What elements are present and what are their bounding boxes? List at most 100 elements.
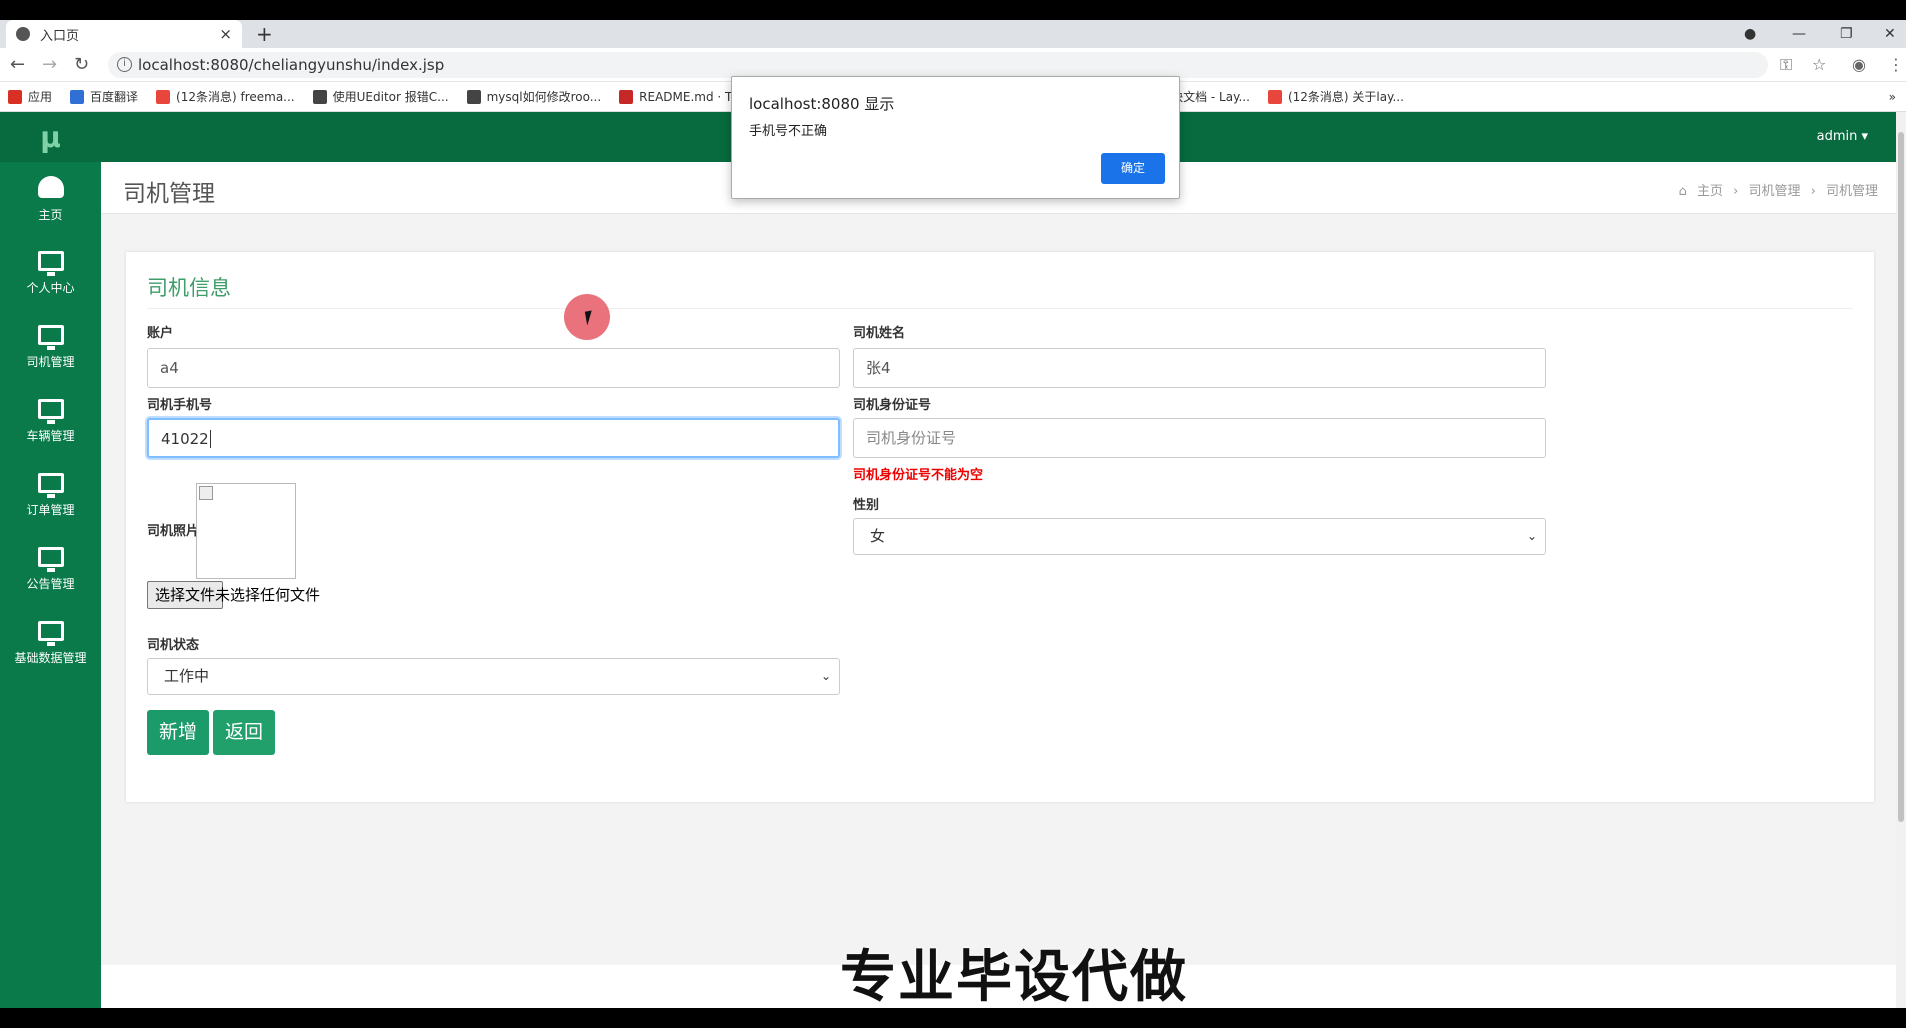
tab-strip (0, 20, 1906, 48)
url-field[interactable]: i localhost:8080/cheliangyunshu/index.js… (108, 52, 1768, 78)
profile-dropdown-icon[interactable]: ● (1744, 20, 1756, 48)
url-text: localhost:8080/cheliangyunshu/index.jsp (138, 56, 445, 74)
gender-value: 女 (870, 527, 886, 545)
bookmark-icon (8, 89, 22, 104)
gender-label: 性别 (853, 498, 880, 513)
sidebar-item-label: 订单管理 (26, 502, 75, 517)
chevron-down-icon: ⌄ (1526, 529, 1537, 543)
new-tab-button[interactable]: + (256, 20, 273, 48)
phone-label: 司机手机号 (147, 398, 213, 413)
status-select[interactable]: 工作中 ⌄ (147, 658, 840, 695)
back-button[interactable]: 返回 (213, 710, 275, 755)
breadcrumb-sep: › (1810, 184, 1816, 199)
divider (147, 308, 1853, 309)
phone-value: 41022 (161, 430, 209, 448)
star-icon[interactable]: ☆ (1812, 48, 1826, 82)
sidebar: μ 主页个人中心司机管理车辆管理订单管理公告管理基础数据管理 (0, 112, 101, 1008)
account-input[interactable]: a4 (147, 348, 840, 388)
bookmark-item[interactable]: 应用 (8, 88, 52, 105)
bookmark-label: mysql如何修改roo... (486, 90, 602, 104)
account-icon[interactable]: ◉ (1852, 48, 1866, 82)
bookmark-item[interactable]: 百度翻译 (70, 88, 138, 105)
monitor-icon (37, 324, 64, 350)
sidebar-item[interactable]: 主页 (0, 162, 101, 236)
sidebar-item-label: 公告管理 (26, 576, 75, 591)
bookmark-icon (156, 89, 171, 104)
breadcrumb: ⌂ 主页 › 司机管理 › 司机管理 (1673, 180, 1878, 199)
breadcrumb-home[interactable]: 主页 (1697, 184, 1723, 199)
broken-image-icon (199, 486, 213, 500)
sidebar-item[interactable]: 订单管理 (0, 458, 101, 532)
browser-tab[interactable]: 入口页 × (6, 20, 242, 48)
sidebar-item-label: 个人中心 (26, 280, 75, 295)
scrollbar-thumb[interactable] (1898, 132, 1904, 822)
minimize-icon[interactable]: — (1792, 20, 1806, 48)
watermark-caption: 专业毕设代做 (840, 945, 1188, 1010)
bookmark-label: README.md · T (639, 89, 733, 104)
monitor-icon (37, 472, 64, 498)
window-close-icon[interactable]: ✕ (1884, 20, 1896, 48)
monitor-icon (37, 398, 64, 424)
globe-icon (16, 27, 30, 41)
sidebar-item[interactable]: 基础数据管理 (0, 606, 101, 680)
restore-icon[interactable]: ❐ (1840, 20, 1853, 48)
bookmark-label: (12条消息) freema... (176, 90, 295, 104)
breadcrumb-item[interactable]: 司机管理 (1748, 184, 1800, 199)
page-title: 司机管理 (123, 181, 215, 207)
name-label: 司机姓名 (853, 326, 906, 341)
sidebar-item[interactable]: 公告管理 (0, 532, 101, 606)
key-icon[interactable]: ⚿ (1780, 48, 1792, 82)
user-menu[interactable]: admin ▾ (1817, 112, 1868, 162)
bookmark-label: 应用 (28, 90, 53, 104)
alert-dialog: localhost:8080 显示 手机号不正确 确定 (731, 76, 1180, 199)
bookmark-label: (12条消息) 关于lay... (1287, 90, 1404, 104)
choose-file-button[interactable]: 选择文件 (147, 581, 224, 609)
bookmark-item[interactable]: README.md · T (619, 89, 733, 104)
idcard-label: 司机身份证号 (853, 398, 932, 413)
monitor-icon (37, 250, 64, 276)
idcard-error: 司机身份证号不能为空 (853, 468, 984, 483)
bookmark-item[interactable]: mysql如何修改roo... (466, 88, 602, 105)
breadcrumb-current: 司机管理 (1825, 184, 1878, 199)
photo-preview (196, 483, 296, 579)
alert-title: localhost:8080 显示 (749, 95, 895, 113)
site-info-icon[interactable]: i (117, 57, 132, 72)
card-title: 司机信息 (147, 276, 231, 300)
bookmark-icon (312, 89, 327, 104)
bookmark-item[interactable]: 使用UEditor 报错C... (312, 88, 449, 105)
logo: μ (0, 112, 101, 162)
bookmark-item[interactable]: (12条消息) freema... (156, 88, 295, 105)
idcard-input[interactable]: 司机身份证号 (853, 418, 1546, 458)
photo-label: 司机照片 (147, 524, 200, 539)
bookmark-icon (1267, 89, 1282, 104)
gender-select[interactable]: 女 ⌄ (853, 518, 1546, 555)
bookmark-icon (619, 89, 634, 104)
alert-message: 手机号不正确 (749, 124, 828, 139)
monitor-icon (37, 620, 64, 646)
sidebar-item-label: 司机管理 (26, 354, 75, 369)
file-status: 未选择任何文件 (215, 586, 321, 604)
menu-icon[interactable]: ⋮ (1888, 48, 1904, 82)
name-input[interactable]: 张4 (853, 348, 1546, 388)
tab-title: 入口页 (40, 28, 80, 44)
account-label: 账户 (147, 326, 174, 341)
forward-icon[interactable]: → (42, 48, 57, 82)
bookmark-item[interactable]: (12条消息) 关于lay... (1267, 88, 1404, 105)
reload-icon[interactable]: ↻ (74, 48, 89, 82)
sidebar-item[interactable]: 个人中心 (0, 236, 101, 310)
sidebar-item[interactable]: 司机管理 (0, 310, 101, 384)
bookmarks-more-icon[interactable]: » (1889, 90, 1896, 104)
back-icon[interactable]: ← (10, 48, 25, 82)
dashboard-icon (37, 175, 64, 198)
breadcrumb-sep: › (1733, 184, 1739, 199)
alert-ok-button[interactable]: 确定 (1101, 153, 1165, 184)
sidebar-item[interactable]: 车辆管理 (0, 384, 101, 458)
add-button[interactable]: 新增 (147, 710, 209, 755)
tab-close-icon[interactable]: × (219, 25, 232, 43)
monitor-icon (37, 546, 64, 572)
page-scrollbar[interactable] (1896, 112, 1906, 1008)
sidebar-item-label: 车辆管理 (26, 428, 75, 443)
driver-form-card: 司机信息 账户 a4 司机姓名 张4 司机手机号 41022 司机身份证号 司机… (126, 252, 1874, 802)
bookmark-label: 百度翻译 (90, 90, 139, 104)
phone-input[interactable]: 41022 (147, 418, 840, 458)
